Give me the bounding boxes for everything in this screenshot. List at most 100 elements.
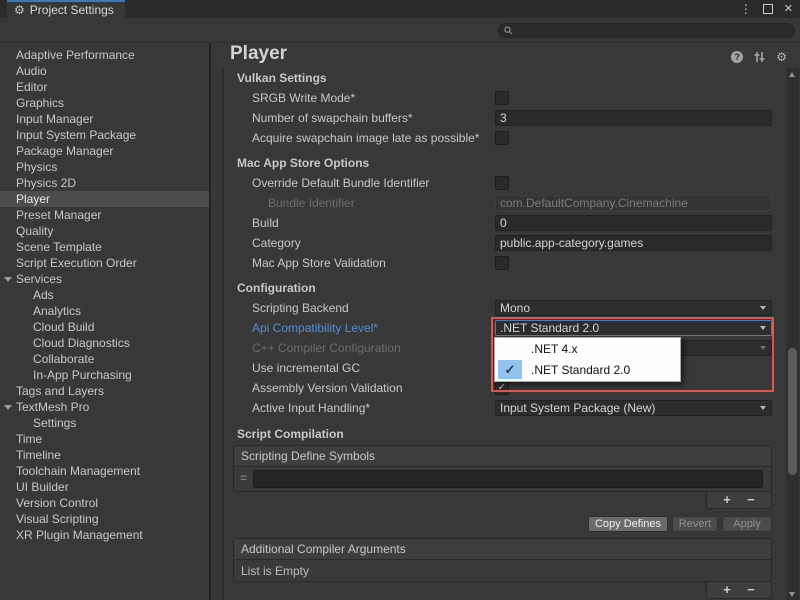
active-input-handling-value: Input System Package (New) bbox=[500, 401, 655, 415]
sidebar-item-scene-template[interactable]: Scene Template bbox=[0, 239, 209, 255]
api-compatibility-dropdown[interactable]: .NET Standard 2.0 bbox=[495, 320, 772, 336]
sidebar-item-label: In-App Purchasing bbox=[33, 368, 132, 382]
player-settings-panel: Player ? ⚙ Vulkan Settings SRGB Write Mo… bbox=[213, 43, 800, 600]
swapchain-buffers-field[interactable] bbox=[495, 110, 772, 126]
remove-button[interactable]: − bbox=[747, 583, 755, 597]
sidebar-item-analytics[interactable]: Analytics bbox=[0, 303, 209, 319]
sidebar-item-label: Graphics bbox=[16, 96, 64, 110]
sidebar-item-input-system-package[interactable]: Input System Package bbox=[0, 127, 209, 143]
scripting-define-symbols-list: Scripting Define Symbols = bbox=[233, 445, 772, 492]
assembly-version-validation-checkbox[interactable]: ✓ bbox=[495, 381, 509, 395]
copy-defines-button[interactable]: Copy Defines bbox=[588, 516, 668, 532]
sidebar-item-editor[interactable]: Editor bbox=[0, 79, 209, 95]
sidebar-item-label: Preset Manager bbox=[16, 208, 101, 222]
scripting-backend-dropdown[interactable]: Mono bbox=[495, 300, 772, 316]
sidebar-item-in-app-purchasing[interactable]: In-App Purchasing bbox=[0, 367, 209, 383]
chevron-down-icon bbox=[760, 346, 766, 350]
window-menu-icon[interactable]: ⋮ bbox=[740, 3, 752, 15]
sidebar-item-xr-plugin-management[interactable]: XR Plugin Management bbox=[0, 527, 209, 543]
sidebar-item-label: Adaptive Performance bbox=[16, 48, 135, 62]
scroll-up-icon[interactable] bbox=[789, 72, 795, 77]
apply-button: Apply bbox=[722, 516, 772, 532]
titlebar: ⚙ Project Settings ⋮ ✕ bbox=[0, 0, 800, 18]
drag-handle-icon[interactable]: = bbox=[240, 471, 247, 485]
sidebar-item-label: Settings bbox=[33, 416, 76, 430]
sidebar-item-label: Version Control bbox=[16, 496, 98, 510]
search-box[interactable] bbox=[498, 23, 795, 38]
scroll-down-icon[interactable] bbox=[789, 592, 795, 597]
sidebar-item-collaborate[interactable]: Collaborate bbox=[0, 351, 209, 367]
sidebar-item-physics[interactable]: Physics bbox=[0, 159, 209, 175]
sidebar-item-label: Physics bbox=[16, 160, 57, 174]
sidebar-item-label: Scene Template bbox=[16, 240, 102, 254]
sidebar-item-adaptive-performance[interactable]: Adaptive Performance bbox=[0, 47, 209, 63]
settings-category-sidebar: Adaptive PerformanceAudioEditorGraphicsI… bbox=[0, 43, 211, 600]
srgb-write-mode-checkbox[interactable] bbox=[495, 91, 509, 105]
sidebar-item-input-manager[interactable]: Input Manager bbox=[0, 111, 209, 127]
help-icon[interactable]: ? bbox=[731, 51, 743, 63]
scrollbar-thumb[interactable] bbox=[788, 348, 797, 475]
section-header-configuration: Configuration bbox=[237, 281, 316, 295]
category-field[interactable] bbox=[495, 235, 772, 251]
sidebar-item-settings[interactable]: Settings bbox=[0, 415, 209, 431]
sidebar-item-ui-builder[interactable]: UI Builder bbox=[0, 479, 209, 495]
build-field[interactable] bbox=[495, 215, 772, 231]
sidebar-item-cloud-diagnostics[interactable]: Cloud Diagnostics bbox=[0, 335, 209, 351]
section-header-script-compilation: Script Compilation bbox=[237, 427, 344, 441]
sidebar-item-physics-2d[interactable]: Physics 2D bbox=[0, 175, 209, 191]
sidebar-item-label: Player bbox=[16, 192, 50, 206]
sidebar-item-time[interactable]: Time bbox=[0, 431, 209, 447]
chevron-down-icon bbox=[760, 326, 766, 330]
sidebar-item-preset-manager[interactable]: Preset Manager bbox=[0, 207, 209, 223]
remove-button[interactable]: − bbox=[747, 493, 755, 507]
sidebar-item-services[interactable]: Services bbox=[0, 271, 209, 287]
mac-app-store-validation-checkbox[interactable] bbox=[495, 256, 509, 270]
bundle-identifier-field bbox=[495, 195, 772, 211]
sidebar-item-label: Analytics bbox=[33, 304, 81, 318]
sidebar-item-audio[interactable]: Audio bbox=[0, 63, 209, 79]
sidebar-item-toolchain-management[interactable]: Toolchain Management bbox=[0, 463, 209, 479]
sidebar-item-visual-scripting[interactable]: Visual Scripting bbox=[0, 511, 209, 527]
sidebar-item-quality[interactable]: Quality bbox=[0, 223, 209, 239]
sidebar-item-label: Script Execution Order bbox=[16, 256, 137, 270]
sidebar-item-textmesh-pro[interactable]: TextMesh Pro bbox=[0, 399, 209, 415]
search-input[interactable] bbox=[513, 25, 789, 37]
sidebar-item-cloud-build[interactable]: Cloud Build bbox=[0, 319, 209, 335]
define-symbol-row[interactable]: = bbox=[234, 467, 771, 492]
sidebar-item-graphics[interactable]: Graphics bbox=[0, 95, 209, 111]
add-button[interactable]: + bbox=[723, 493, 731, 507]
add-button[interactable]: + bbox=[723, 583, 731, 597]
popup-item-net4x[interactable]: .NET 4.x bbox=[495, 338, 680, 359]
acquire-swapchain-checkbox[interactable] bbox=[495, 131, 509, 145]
close-icon[interactable]: ✕ bbox=[784, 4, 793, 15]
popup-item-netstandard20[interactable]: ✓ .NET Standard 2.0 bbox=[495, 359, 680, 380]
sidebar-item-label: Time bbox=[16, 432, 42, 446]
override-bundle-identifier-checkbox[interactable] bbox=[495, 176, 509, 190]
sidebar-item-label: XR Plugin Management bbox=[16, 528, 143, 542]
sidebar-item-label: UI Builder bbox=[16, 480, 69, 494]
sidebar-item-player[interactable]: Player bbox=[0, 191, 209, 207]
gear-icon[interactable]: ⚙ bbox=[776, 51, 787, 63]
sidebar-item-label: Visual Scripting bbox=[16, 512, 99, 526]
section-header-mac-app-store: Mac App Store Options bbox=[237, 156, 369, 170]
define-symbol-field[interactable] bbox=[253, 470, 763, 488]
foldout-triangle-icon[interactable] bbox=[4, 277, 12, 282]
sidebar-item-label: Timeline bbox=[16, 448, 61, 462]
category-label: Category bbox=[252, 236, 301, 250]
sidebar-item-timeline[interactable]: Timeline bbox=[0, 447, 209, 463]
list-empty-text: List is Empty bbox=[234, 560, 771, 582]
vertical-scrollbar[interactable] bbox=[786, 68, 799, 600]
foldout-triangle-icon[interactable] bbox=[4, 405, 12, 410]
sidebar-item-package-manager[interactable]: Package Manager bbox=[0, 143, 209, 159]
maximize-icon[interactable] bbox=[763, 4, 773, 14]
tab-project-settings[interactable]: ⚙ Project Settings bbox=[7, 0, 125, 18]
sidebar-item-version-control[interactable]: Version Control bbox=[0, 495, 209, 511]
panel-header-icons: ? ⚙ bbox=[731, 51, 787, 63]
sidebar-item-tags-and-layers[interactable]: Tags and Layers bbox=[0, 383, 209, 399]
use-incremental-gc-label: Use incremental GC bbox=[252, 361, 360, 375]
presets-icon[interactable] bbox=[753, 51, 766, 63]
sidebar-item-script-execution-order[interactable]: Script Execution Order bbox=[0, 255, 209, 271]
sidebar-item-label: TextMesh Pro bbox=[16, 400, 89, 414]
sidebar-item-ads[interactable]: Ads bbox=[0, 287, 209, 303]
active-input-handling-dropdown[interactable]: Input System Package (New) bbox=[495, 400, 772, 416]
